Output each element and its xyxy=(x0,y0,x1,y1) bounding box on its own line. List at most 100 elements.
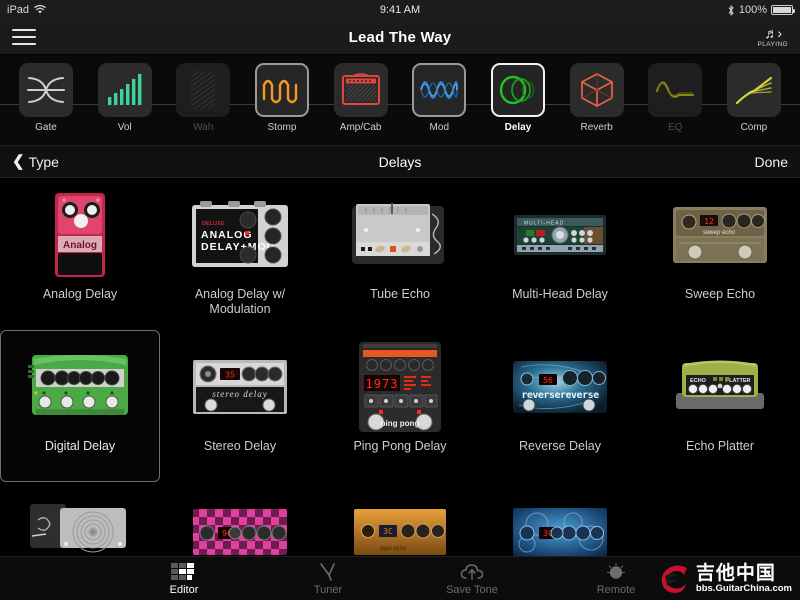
chain-tile-reverb xyxy=(569,63,624,117)
chain-tile-vol xyxy=(97,63,152,117)
tape-echo-partial-thumb xyxy=(5,491,155,556)
chain-label-eq: EQ xyxy=(668,122,683,133)
model-label: Multi-Head Delay xyxy=(512,287,608,301)
chain-item-wah[interactable]: Wah xyxy=(171,63,235,133)
model-cell-partial-5[interactable] xyxy=(640,482,800,556)
page-title: Lead The Way xyxy=(348,28,452,46)
analog-delay-mod-thumb: DELUXE ANALOG DELAY+MOD xyxy=(165,187,315,283)
model-cell-analog-delay[interactable]: Analog Analog Delay xyxy=(0,178,160,330)
model-cell-partial-3[interactable]: 3C tape echo xyxy=(320,482,480,556)
empty-partial-thumb xyxy=(645,491,795,556)
chain-label-delay: Delay xyxy=(504,122,532,133)
model-cell-partial-4[interactable]: 3C xyxy=(480,482,640,556)
svg-text:DELAY+MOD: DELAY+MOD xyxy=(201,241,275,253)
status-right: 100% xyxy=(727,4,795,16)
watermark-chinese: 吉他中国 xyxy=(695,562,776,584)
model-cell-reverse-delay[interactable]: 56 reversereverse Reverse Delay xyxy=(480,330,640,482)
model-label: Ping Pong Delay xyxy=(353,439,447,453)
chain-item-stomp[interactable]: Stomp xyxy=(250,63,314,133)
tab-editor[interactable]: Editor xyxy=(141,562,227,596)
chain-item-gate[interactable]: Gate xyxy=(14,63,78,133)
signal-chain: Gate Vol Wah Stomp Amp/Cab Mod Delay Rev… xyxy=(0,55,800,145)
remote-knob-icon xyxy=(606,562,626,582)
music-note-icon: ♬› xyxy=(764,25,782,41)
svg-text:sweep echo: sweep echo xyxy=(703,230,736,236)
watermark: 吉他中国 bbs.GuitarChina.com xyxy=(657,562,792,596)
guitarchina-logo-icon xyxy=(661,565,687,593)
ping-pong-delay-thumb: 1973 ping pong xyxy=(325,339,475,435)
playing-label: PLAYING xyxy=(757,41,788,48)
orange-delay-partial-thumb: 3C tape echo xyxy=(325,491,475,556)
chain-label-reverb: Reverb xyxy=(580,122,613,133)
chain-label-comp: Comp xyxy=(740,122,768,133)
chain-tile-eq xyxy=(648,63,703,117)
model-cell-tube-echo[interactable]: Tube Echo xyxy=(320,178,480,330)
model-cell-analog-delay-mod[interactable]: DELUXE ANALOG DELAY+MOD Analog Delay w/ … xyxy=(160,178,320,330)
chain-item-ampcab[interactable]: Amp/Cab xyxy=(329,63,393,133)
svg-text:3C: 3C xyxy=(383,527,393,536)
svg-text:ECHO: ECHO xyxy=(690,378,707,384)
model-cell-partial-2[interactable]: 9C xyxy=(160,482,320,556)
model-cell-ping-pong-delay[interactable]: 1973 ping pong Ping Pong Delay xyxy=(320,330,480,482)
wifi-icon xyxy=(34,5,46,14)
svg-text:tape echo: tape echo xyxy=(380,546,407,552)
svg-text:Analog: Analog xyxy=(63,240,97,251)
reverb-cube-icon xyxy=(580,72,613,108)
tube-echo-thumb xyxy=(325,187,475,283)
svg-text:DELUXE: DELUXE xyxy=(202,221,225,227)
chain-item-reverb[interactable]: Reverb xyxy=(565,63,629,133)
eq-curve-icon xyxy=(656,81,695,98)
model-cell-stereo-delay[interactable]: 35 stereo delay Stereo Delay xyxy=(160,330,320,482)
echo-platter-thumb: ECHO PLATTER xyxy=(645,339,795,435)
tab-bar: Editor Tuner Save Tone Remote 吉他中国 bbs.G… xyxy=(0,556,800,600)
chain-tile-wah xyxy=(176,63,231,117)
chain-tile-gate xyxy=(19,63,73,117)
chain-tile-ampcab xyxy=(333,63,388,117)
chain-item-eq[interactable]: EQ xyxy=(643,63,707,133)
chevron-left-icon: ❮ xyxy=(12,153,25,170)
watermark-url: bbs.GuitarChina.com xyxy=(695,582,792,594)
chain-item-comp[interactable]: Comp xyxy=(722,63,786,133)
tab-remote[interactable]: Remote xyxy=(573,562,659,596)
tab-tuner[interactable]: Tuner xyxy=(285,562,371,596)
tab-save-tone[interactable]: Save Tone xyxy=(429,562,515,596)
editor-grid-icon xyxy=(171,562,197,582)
chain-tile-stomp xyxy=(254,63,309,117)
chain-label-ampcab: Amp/Cab xyxy=(339,122,382,133)
done-button[interactable]: Done xyxy=(755,154,788,170)
model-cell-echo-platter[interactable]: ECHO PLATTER Echo Platter xyxy=(640,330,800,482)
nav-bar: ❮ Type Delays Done xyxy=(0,145,800,178)
model-cell-partial-1[interactable] xyxy=(0,482,160,556)
svg-text:56: 56 xyxy=(543,376,553,385)
model-label: Stereo Delay xyxy=(203,439,277,453)
chain-item-vol[interactable]: Vol xyxy=(93,63,157,133)
svg-text:PLATTER: PLATTER xyxy=(726,378,751,384)
chain-item-mod[interactable]: Mod xyxy=(407,63,471,133)
model-cell-multi-head-delay[interactable]: MULTI-HEAD Multi-Head Delay xyxy=(480,178,640,330)
model-cell-sweep-echo[interactable]: 12 sweep echo Sweep Echo xyxy=(640,178,800,330)
model-grid: Analog Analog Delay DELUXE ANALOG DELAY+… xyxy=(0,178,800,482)
chain-tile-comp xyxy=(726,63,781,117)
tuning-fork-icon xyxy=(318,562,338,582)
chain-label-mod: Mod xyxy=(429,122,449,133)
playing-indicator[interactable]: ♬› PLAYING xyxy=(758,26,789,48)
status-time: 9:41 AM xyxy=(379,4,421,16)
svg-text:35: 35 xyxy=(225,371,235,380)
hamburger-menu-icon[interactable] xyxy=(12,29,36,45)
model-label: Echo Platter xyxy=(685,439,755,453)
status-left: iPad xyxy=(7,4,46,16)
svg-text:ping pong: ping pong xyxy=(381,419,420,428)
model-grid-scroll[interactable]: Analog Analog Delay DELUXE ANALOG DELAY+… xyxy=(0,178,800,556)
tab-label-tuner: Tuner xyxy=(313,583,343,596)
chain-label-gate: Gate xyxy=(35,122,57,133)
volume-bars-icon xyxy=(107,74,142,105)
chain-item-delay[interactable]: Delay xyxy=(486,63,550,133)
multi-head-delay-thumb: MULTI-HEAD xyxy=(485,187,635,283)
nav-title: Delays xyxy=(378,153,422,170)
model-label: Analog Delay xyxy=(42,287,118,301)
model-label: Tube Echo xyxy=(370,287,430,301)
back-button[interactable]: ❮ Type xyxy=(12,154,59,170)
title-bar: Lead The Way ♬› PLAYING xyxy=(0,20,800,55)
chain-tile-delay xyxy=(490,63,545,117)
model-cell-digital-delay[interactable]: Digital Delay xyxy=(0,330,160,482)
